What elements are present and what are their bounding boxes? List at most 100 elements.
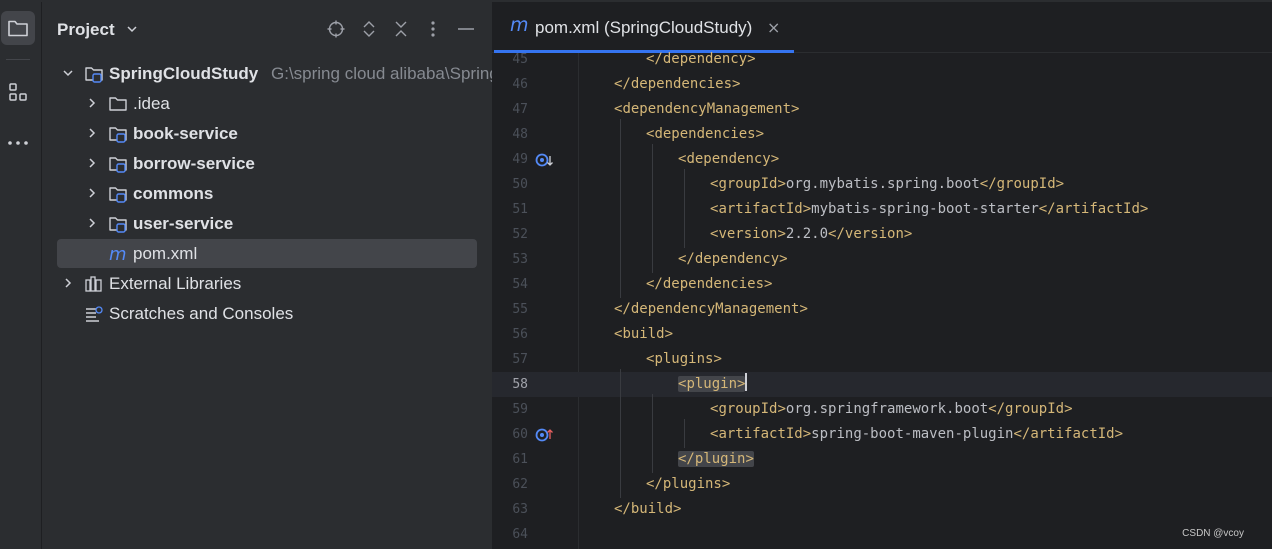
code-text: </dependency>: [678, 247, 788, 272]
line-number: 51: [512, 202, 528, 217]
code-line[interactable]: 59 <groupId>org.springframework.boot</gro…: [492, 397, 1272, 422]
code-line[interactable]: 62 </plugins>: [492, 472, 1272, 497]
chevron-right-icon[interactable]: [62, 277, 74, 289]
options-icon[interactable]: [422, 18, 444, 40]
xml-bracket: >: [664, 326, 674, 342]
tab-pom-xml[interactable]: m pom.xml (SpringCloudStudy) ×: [492, 2, 794, 53]
code-text: </dependencies>: [646, 272, 772, 297]
chevron-right-icon[interactable]: [86, 187, 98, 199]
xml-bracket: >: [1055, 176, 1065, 192]
xml-bracket: >: [747, 51, 756, 67]
line-number: 50: [512, 177, 528, 192]
code-line[interactable]: 60 <artifactId>spring-boot-maven-plugin</…: [492, 422, 1272, 447]
xml-bracket: >: [777, 226, 786, 242]
tree-item-scratches-and-consoles[interactable]: Scratches and Consoles: [42, 299, 492, 329]
code-line[interactable]: 52 <version>2.2.0</version>: [492, 222, 1272, 247]
xml-bracket: </: [646, 476, 663, 492]
tree-item-label: pom.xml: [133, 244, 198, 263]
code-line[interactable]: 57 <plugins>: [492, 347, 1272, 372]
xml-tag-name: dependency: [694, 251, 780, 267]
more-tools-button[interactable]: [1, 126, 35, 160]
code-text: <dependencyManagement>: [614, 97, 799, 122]
activity-separator: [6, 59, 30, 60]
library-icon: [85, 276, 102, 292]
overridden-icon[interactable]: [535, 151, 555, 169]
line-number: 64: [512, 527, 528, 542]
xml-bracket: >: [777, 401, 786, 417]
code-line[interactable]: 61 </plugin>: [492, 447, 1272, 472]
tree-item-label: .idea: [133, 94, 170, 113]
close-icon[interactable]: ×: [767, 18, 780, 37]
xml-tag-name: dependencyManagement: [630, 301, 800, 317]
code-line[interactable]: 45 </dependency>: [492, 47, 1272, 72]
line-number: 60: [512, 427, 528, 442]
tree-item-pom-xml[interactable]: m pom.xml: [42, 239, 492, 269]
indent-guide: [620, 369, 621, 498]
xml-bracket: >: [799, 301, 808, 317]
chevron-down-icon[interactable]: [126, 23, 138, 35]
code-line[interactable]: 47 <dependencyManagement>: [492, 97, 1272, 122]
code-line[interactable]: 50 <groupId>org.mybatis.spring.boot</grou…: [492, 172, 1272, 197]
xml-bracket: >: [791, 101, 800, 117]
indent-guide: [620, 119, 621, 298]
module-folder-icon: [109, 127, 127, 143]
chevron-right-icon[interactable]: [86, 157, 98, 169]
tree-item-user-service[interactable]: user-service: [42, 209, 492, 239]
project-panel-header: Project: [42, 2, 492, 56]
line-number: 45: [512, 52, 528, 67]
xml-tag-name: artifactId: [1030, 426, 1115, 442]
xml-bracket: >: [1114, 426, 1124, 442]
overrides-parent-icon[interactable]: [535, 426, 555, 444]
tree-item-idea[interactable]: .idea: [42, 89, 492, 119]
xml-bracket: >: [755, 126, 765, 142]
chevron-right-icon[interactable]: [86, 217, 98, 229]
code-line[interactable]: 64: [492, 522, 1272, 547]
tree-item-springcloudstudy[interactable]: SpringCloudStudy G:\spring cloud alibaba\…: [42, 59, 492, 89]
code-line[interactable]: 53 </dependency>: [492, 247, 1272, 272]
structure-tool-button[interactable]: [1, 75, 35, 109]
tree-item-label: External Libraries: [109, 274, 242, 293]
xml-tag-name: dependencies: [630, 76, 733, 92]
code-text: </plugins>: [646, 472, 730, 497]
tree-item-label: user-service: [133, 214, 234, 233]
folder-icon: [8, 20, 28, 37]
xml-bracket: </: [614, 501, 631, 517]
tree-item-label: Scratches and Consoles: [109, 304, 294, 323]
project-panel-title[interactable]: Project: [57, 20, 115, 40]
xml-tag-name: build: [622, 326, 665, 342]
code-text: <build>: [614, 322, 673, 347]
line-number: 56: [512, 327, 528, 342]
code-line[interactable]: 55 </dependencyManagement>: [492, 297, 1272, 322]
code-line[interactable]: 51 <artifactId>mybatis-spring-boot-starte…: [492, 197, 1272, 222]
code-line[interactable]: 48 <dependencies>: [492, 122, 1272, 147]
code-line[interactable]: 49 <dependency>: [492, 147, 1272, 172]
hide-panel-icon[interactable]: [455, 18, 477, 40]
code-text: </dependencyManagement>: [614, 297, 808, 322]
line-number: 62: [512, 477, 528, 492]
xml-text: spring-boot-maven-plugin: [811, 426, 1014, 442]
scratches-icon: [86, 306, 103, 322]
tree-item-book-service[interactable]: book-service: [42, 119, 492, 149]
chevron-right-icon[interactable]: [86, 127, 98, 139]
code-editor[interactable]: 45 </dependency> 46 </dependencies> 47 <depen…: [492, 51, 1272, 549]
xml-tag-name: version: [844, 226, 904, 242]
code-line[interactable]: 58 <plugin>: [492, 372, 1272, 397]
xml-bracket: >: [737, 376, 746, 392]
collapse-all-icon[interactable]: [390, 18, 412, 40]
locate-icon[interactable]: [325, 18, 347, 40]
line-number: 54: [512, 277, 528, 292]
code-line[interactable]: 46 </dependencies>: [492, 72, 1272, 97]
tree-item-commons[interactable]: commons: [42, 179, 492, 209]
project-tool-button[interactable]: [1, 11, 35, 45]
text-caret: [745, 373, 748, 391]
tree-item-borrow-service[interactable]: borrow-service: [42, 149, 492, 179]
tree-item-external-libraries[interactable]: External Libraries: [42, 269, 492, 299]
maven-icon: m: [510, 14, 529, 36]
expand-all-icon[interactable]: [358, 18, 380, 40]
code-line[interactable]: 63 </build>: [492, 497, 1272, 522]
chevron-down-icon[interactable]: [62, 67, 74, 79]
code-line[interactable]: 56 <build>: [492, 322, 1272, 347]
code-text: <plugins>: [646, 347, 722, 372]
code-line[interactable]: 54 </dependencies>: [492, 272, 1272, 297]
chevron-right-icon[interactable]: [86, 97, 98, 109]
